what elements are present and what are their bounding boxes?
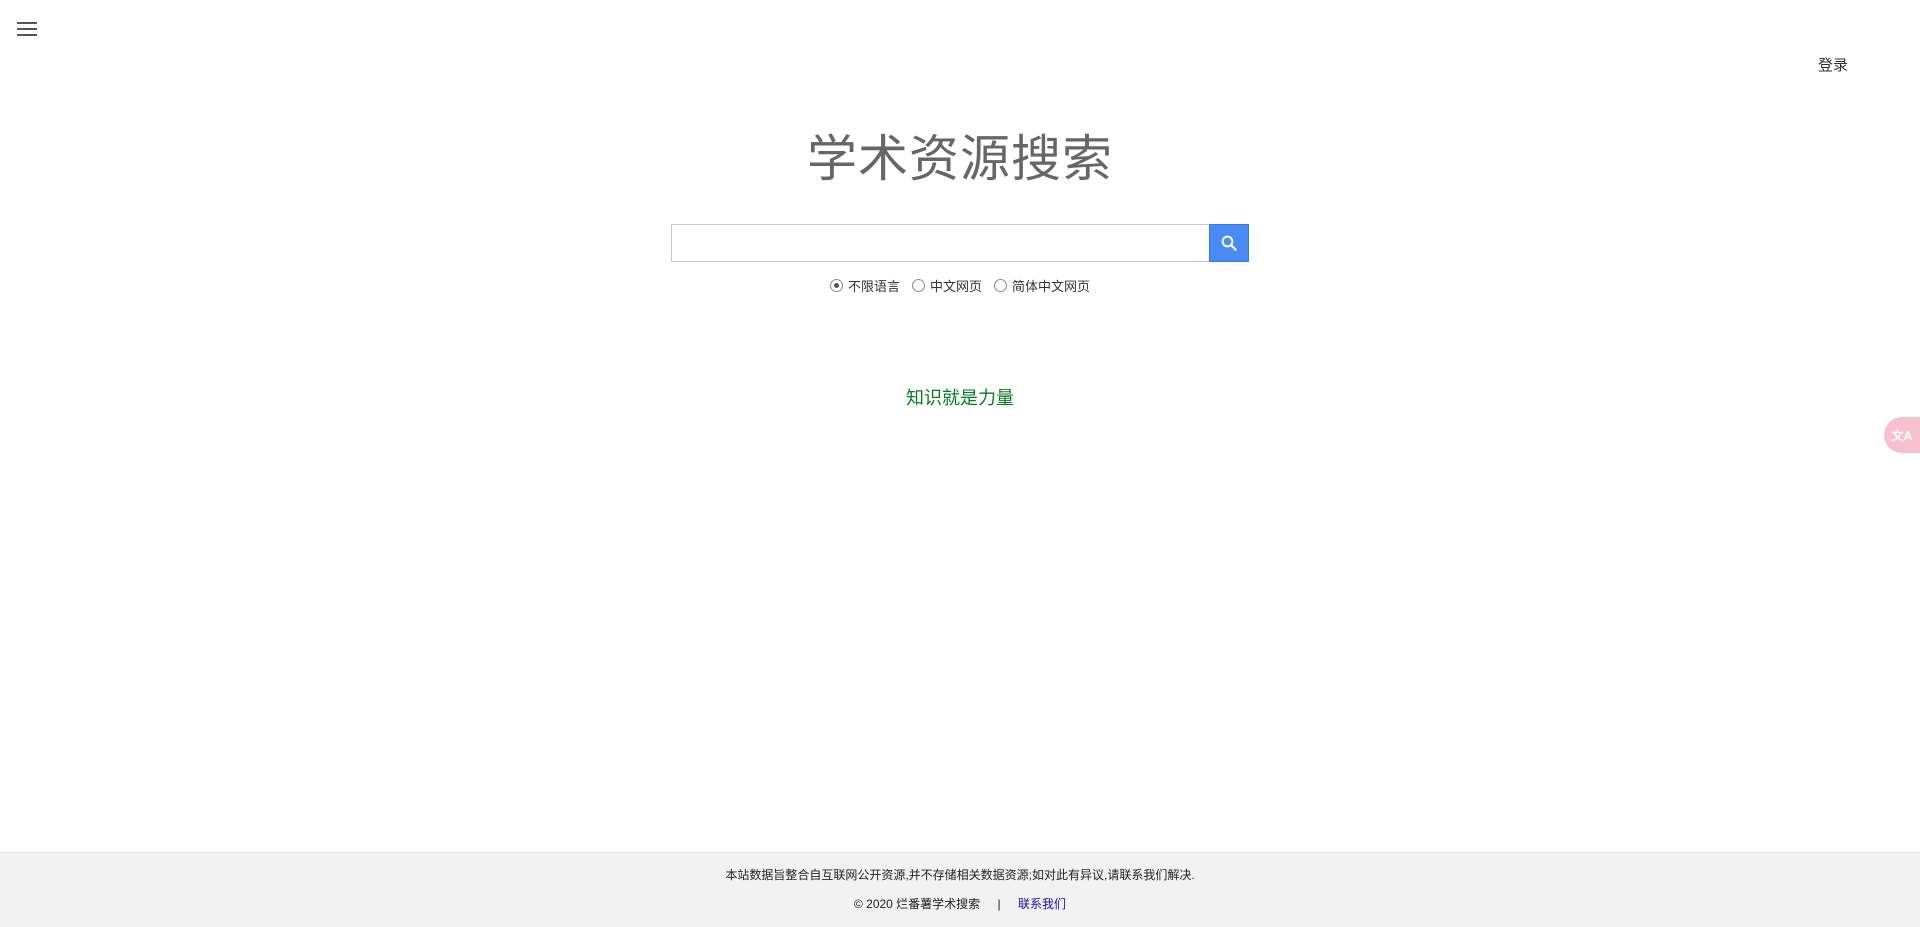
radio-any-language[interactable]: 不限语言 bbox=[829, 276, 900, 295]
menu-bar-bottom bbox=[17, 34, 37, 36]
login-link[interactable]: 登录 bbox=[1818, 54, 1848, 75]
radio-button[interactable] bbox=[994, 279, 1007, 292]
menu-bar-top bbox=[17, 22, 37, 24]
slogan: 知识就是力量 bbox=[906, 388, 1014, 408]
translate-icon[interactable]: 文A bbox=[1884, 417, 1920, 453]
language-filter: 不限语言 中文网页 简体中文网页 bbox=[0, 276, 1920, 295]
page: 登录 学术资源搜索 不限语言 中文网页 简体中文网页 知识就是力量 文A 本站数… bbox=[0, 0, 1920, 927]
radio-button[interactable] bbox=[911, 279, 925, 292]
radio-button-checked[interactable] bbox=[829, 279, 843, 292]
menu-bar-middle bbox=[17, 28, 37, 30]
search-bar bbox=[671, 224, 1250, 262]
contact-us-link[interactable]: 联系我们 bbox=[1018, 897, 1066, 911]
hamburger-menu-icon[interactable] bbox=[17, 22, 37, 38]
page-title: 学术资源搜索 bbox=[807, 131, 1113, 187]
copyright-text: © 2020 烂番薯学术搜索 bbox=[853, 897, 981, 911]
radio-simplified-chinese-pages[interactable]: 简体中文网页 bbox=[994, 276, 1090, 295]
footer-notice: 本站数据旨整合自互联网公开资源,并不存储相关数据资源;如对此有异议,请联系我们解… bbox=[725, 868, 1195, 882]
radio-chinese-pages[interactable]: 中文网页 bbox=[911, 276, 982, 295]
footer: 本站数据旨整合自互联网公开资源,并不存储相关数据资源;如对此有异议,请联系我们解… bbox=[0, 852, 1920, 927]
footer-separator: | bbox=[997, 897, 1001, 911]
footer-bottom-line: © 2020 烂番薯学术搜索 | 联系我们 bbox=[0, 896, 1920, 912]
search-input[interactable] bbox=[671, 224, 1209, 262]
radio-label: 中文网页 bbox=[929, 279, 982, 294]
search-icon bbox=[1221, 235, 1237, 251]
radio-label: 不限语言 bbox=[847, 279, 900, 294]
search-button[interactable] bbox=[1209, 224, 1249, 262]
radio-label: 简体中文网页 bbox=[1012, 279, 1091, 294]
